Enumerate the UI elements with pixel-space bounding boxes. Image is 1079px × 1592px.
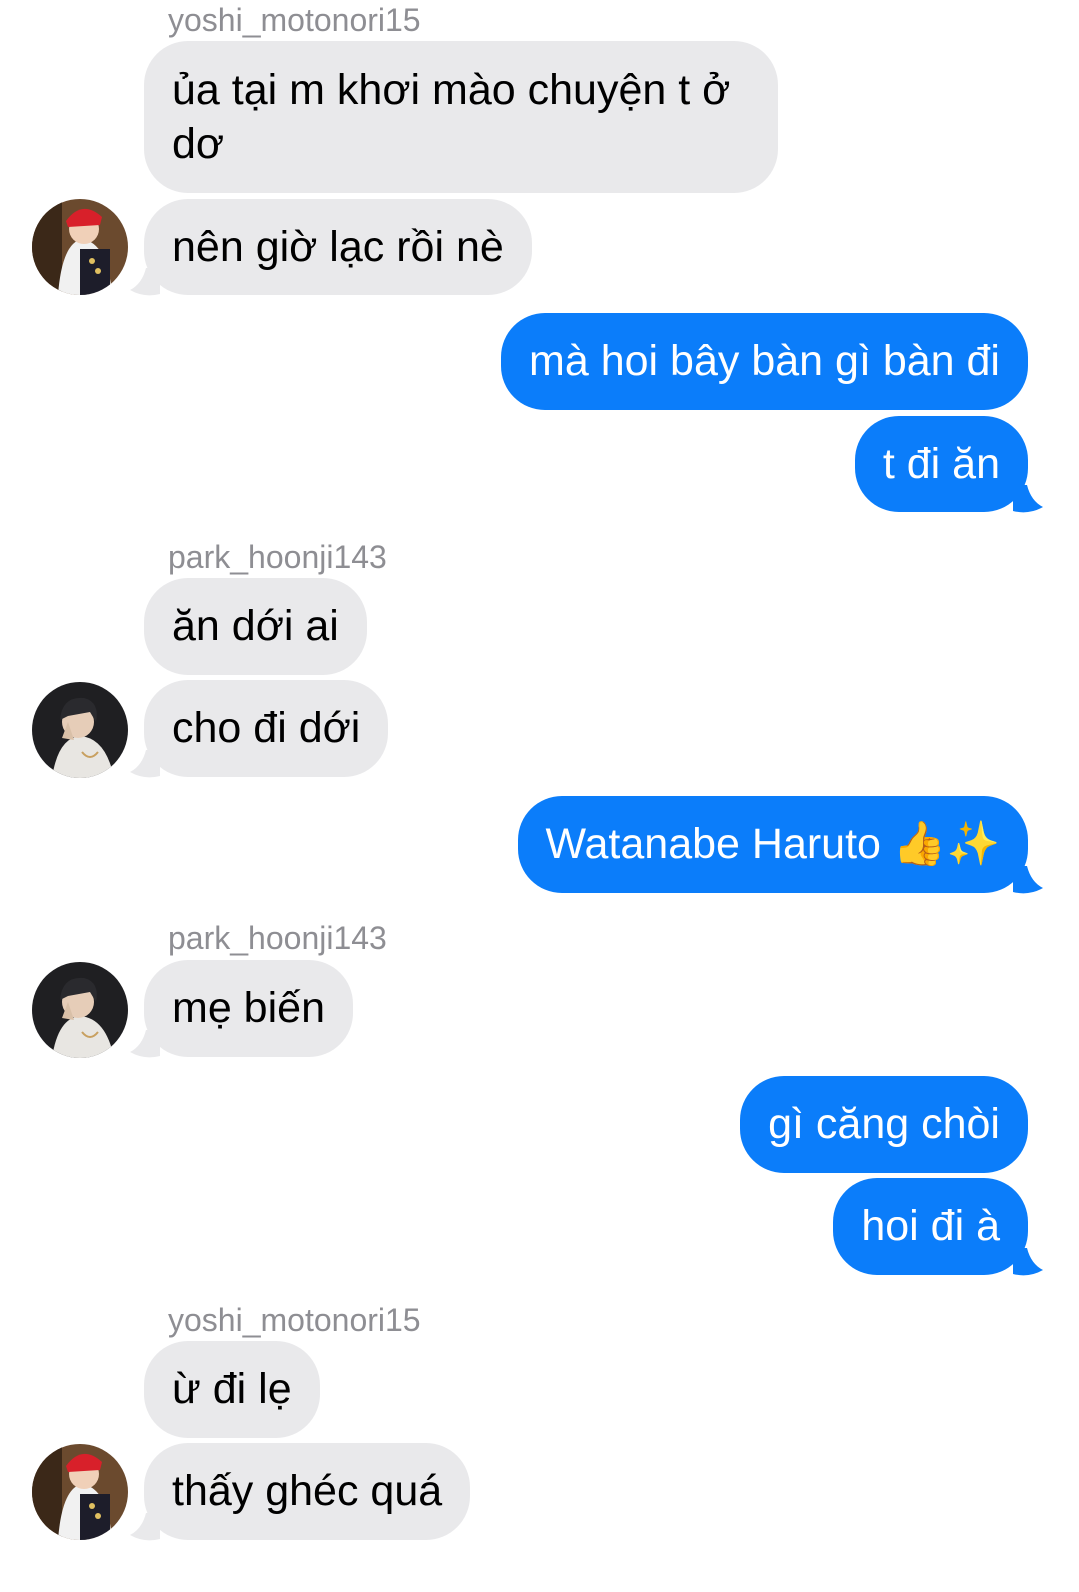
profile-photo-icon <box>32 1444 128 1540</box>
avatar-yoshi[interactable] <box>32 199 128 295</box>
incoming-message-bubble[interactable]: mẹ biến <box>144 960 353 1057</box>
profile-photo-icon <box>32 682 128 778</box>
incoming-message-bubble[interactable]: cho đi dới <box>144 680 389 777</box>
sender-name: yoshi_motonori15 <box>168 1302 421 1338</box>
avatar-park[interactable] <box>32 682 128 778</box>
outgoing-message-bubble[interactable]: Watanabe Haruto 👍✨ <box>517 796 1028 893</box>
sender-name: park_hoonji143 <box>168 539 387 575</box>
incoming-message-bubble[interactable]: ăn dới ai <box>144 578 367 675</box>
avatar-park[interactable] <box>32 962 128 1058</box>
bubble-tail <box>130 268 160 296</box>
sender-name: park_hoonji143 <box>168 920 387 956</box>
profile-photo-icon <box>32 962 128 1058</box>
incoming-message-bubble[interactable]: ủa tại m khơi mào chuyện t ở dơ <box>144 41 778 193</box>
avatar-yoshi[interactable] <box>32 1444 128 1540</box>
bubble-tail <box>1013 485 1043 513</box>
thumbs-up-sparkles-emoji-icon: 👍✨ <box>892 819 1000 869</box>
bubble-tail <box>130 1513 160 1541</box>
incoming-message-bubble[interactable]: thấy ghéc quá <box>144 1443 471 1540</box>
bubble-tail <box>130 1030 160 1058</box>
incoming-message-bubble[interactable]: nên giờ lạc rồi nè <box>144 199 532 295</box>
bubble-tail <box>130 750 160 778</box>
profile-photo-icon <box>32 199 128 295</box>
outgoing-message-bubble[interactable]: t đi ăn <box>854 416 1028 512</box>
bubble-tail <box>1013 1248 1043 1276</box>
bubble-tail <box>1013 866 1043 894</box>
outgoing-message-bubble[interactable]: gì căng chòi <box>740 1076 1028 1173</box>
outgoing-message-bubble[interactable]: hoi đi à <box>833 1178 1028 1275</box>
outgoing-message-bubble[interactable]: mà hoi bây bàn gì bàn đi <box>501 313 1028 410</box>
sender-name: yoshi_motonori15 <box>168 2 421 38</box>
incoming-message-bubble[interactable]: ừ đi lẹ <box>144 1341 320 1438</box>
message-text: Watanabe Haruto <box>545 820 881 868</box>
